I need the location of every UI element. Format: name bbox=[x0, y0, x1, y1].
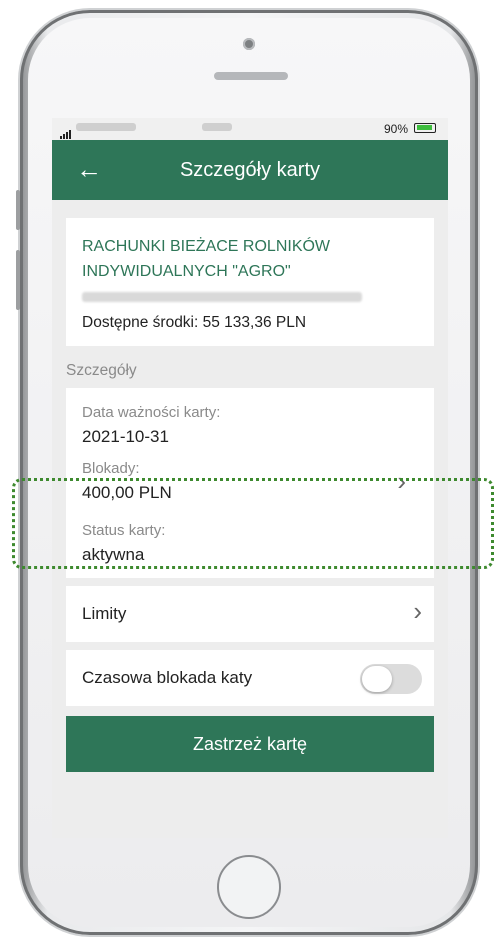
restrict-card-button[interactable]: Zastrzeż kartę bbox=[66, 716, 434, 772]
status-label: Status karty: bbox=[82, 522, 166, 539]
temp-block-label: Czasowa blokada katy bbox=[82, 668, 253, 687]
clock bbox=[202, 123, 232, 131]
expiry-row: Data ważności karty: 2021-10-31 bbox=[82, 388, 418, 454]
status-bar: 90% bbox=[52, 118, 448, 140]
account-number-blurred bbox=[82, 292, 362, 302]
carrier-name bbox=[76, 123, 136, 131]
front-camera bbox=[243, 38, 255, 50]
battery-percent: 90% bbox=[383, 122, 408, 136]
account-card[interactable]: RACHUNKI BIEŻACE ROLNIKÓW INDYWIDUALNYCH… bbox=[66, 218, 434, 346]
home-button[interactable] bbox=[217, 855, 281, 919]
blocks-row[interactable]: Blokady: 400,00 PLN › bbox=[82, 454, 418, 522]
expiry-value: 2021-10-31 bbox=[82, 427, 169, 446]
blocks-label: Blokady: bbox=[82, 460, 140, 477]
blocks-value: 400,00 PLN bbox=[82, 483, 172, 502]
available-funds: Dostępne środki: 55 133,36 PLN bbox=[82, 314, 307, 331]
toggle-knob bbox=[362, 666, 392, 692]
status-row: Status karty: aktywna bbox=[82, 522, 418, 578]
section-label: Szczegóły bbox=[66, 362, 137, 379]
expiry-label: Data ważności karty: bbox=[82, 404, 221, 421]
status-value: aktywna bbox=[82, 545, 145, 564]
phone-screen: 90% ← Szczegóły karty RACHUNKI BIEŻACE R… bbox=[52, 118, 448, 838]
limits-item[interactable]: Limity › bbox=[66, 586, 434, 642]
page-title: Szczegóły karty bbox=[179, 159, 321, 181]
temp-block-item: Czasowa blokada katy bbox=[66, 650, 434, 706]
side-button bbox=[16, 250, 20, 310]
chevron-right-icon: › bbox=[413, 596, 422, 626]
side-button bbox=[16, 190, 20, 230]
limits-label: Limity bbox=[82, 604, 127, 623]
signal-icon bbox=[60, 125, 72, 139]
battery-icon bbox=[414, 123, 436, 133]
app-bar: ← Szczegóły karty bbox=[52, 140, 448, 200]
temp-block-toggle[interactable] bbox=[360, 664, 422, 694]
account-name: RACHUNKI BIEŻACE ROLNIKÓW INDYWIDUALNYCH… bbox=[82, 238, 331, 280]
details-card: Data ważności karty: 2021-10-31 Blokady:… bbox=[66, 388, 434, 578]
chevron-right-icon: › bbox=[397, 466, 406, 496]
earpiece-speaker bbox=[214, 72, 288, 80]
